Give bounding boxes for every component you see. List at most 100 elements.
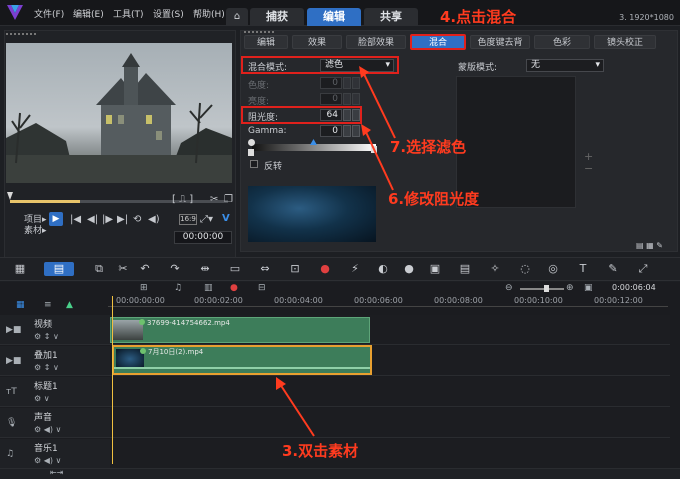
hue-input[interactable]: 0 xyxy=(320,77,342,89)
music-track-icon: ♫ xyxy=(6,449,15,459)
speed-icon[interactable]: ⚡ xyxy=(348,262,362,276)
chapter-icon[interactable]: ≡ xyxy=(44,300,52,310)
prev-frame-icon[interactable]: ◀| xyxy=(87,214,98,226)
brightness-stepper[interactable] xyxy=(343,93,351,105)
timeline-ruler[interactable]: 00:00:00:00 00:00:02:00 00:00:04:00 00:0… xyxy=(108,296,668,310)
aspect-ratio-button[interactable]: 16:9 xyxy=(179,214,197,225)
redo-icon[interactable]: ↷ xyxy=(168,262,182,276)
gamma-stepper[interactable] xyxy=(343,125,351,137)
zoom-slider-handle[interactable] xyxy=(544,285,549,292)
track-controls-icon[interactable]: ⚙ ◀) ∨ xyxy=(34,456,61,465)
opacity-stepper[interactable] xyxy=(343,109,351,121)
storyboard-view-icon[interactable]: ▦ xyxy=(13,262,27,276)
remove-mask-icon[interactable]: − xyxy=(584,162,593,175)
go-start-icon[interactable]: |◀ xyxy=(70,214,81,226)
mask-creator-icon[interactable]: ◐ xyxy=(376,262,390,276)
tab-edit[interactable]: 编辑 xyxy=(307,8,361,26)
slider-handle-bottom[interactable] xyxy=(248,149,254,156)
video-clip[interactable]: 37699-414754662.mp4 xyxy=(110,317,370,343)
overlay-clip[interactable]: 7月10日(2).mp4 xyxy=(112,345,372,375)
brightness-input[interactable]: 0 xyxy=(320,93,342,105)
add-marker-icon[interactable]: ▲ xyxy=(66,300,73,310)
track-manager-icon[interactable]: ▦ xyxy=(16,300,25,310)
subtab-edit[interactable]: 编辑 xyxy=(244,35,288,49)
trim-icon[interactable]: ⇹ xyxy=(198,262,212,276)
crop-icon[interactable]: ▭ xyxy=(228,262,242,276)
ruler-tick: 00:00:06:00 xyxy=(354,296,403,305)
split-screen-icon[interactable]: ⇔ xyxy=(258,262,272,276)
menu-help[interactable]: 帮助(H) xyxy=(193,7,225,20)
menu-edit[interactable]: 编辑(E) xyxy=(73,7,104,20)
undo-icon[interactable]: ↶ xyxy=(138,262,152,276)
timeline-view-icon[interactable]: ▤ xyxy=(44,262,74,276)
slider-handle-left[interactable] xyxy=(248,139,255,146)
go-end-icon[interactable]: ▶| xyxy=(117,214,128,226)
enlarge-icon[interactable]: ⤢▾ xyxy=(200,214,213,226)
track-controls-icon[interactable]: ⚙ ↕ ∨ xyxy=(34,363,59,372)
zoom-slider[interactable] xyxy=(520,288,564,290)
trim-markers-icon[interactable]: [ ⎍ ] xyxy=(172,194,193,206)
subtab-lens-correction[interactable]: 镜头校正 xyxy=(594,35,656,49)
mask-mode-select[interactable]: 无 ▾ xyxy=(526,59,604,72)
menu-file[interactable]: 文件(F) xyxy=(34,7,64,20)
next-frame-icon[interactable]: |▶ xyxy=(102,214,113,226)
mic-icon[interactable]: ● xyxy=(230,283,238,293)
track-name: 声音 xyxy=(34,413,53,423)
audio-mixer-icon[interactable]: ▥ xyxy=(204,283,213,293)
gamma-input[interactable]: 0 xyxy=(320,125,342,137)
home-icon[interactable]: ⌂ xyxy=(226,8,248,26)
collapse-icon[interactable]: ⇤⇥ xyxy=(50,468,63,477)
hue-stepper[interactable] xyxy=(343,77,351,89)
color-icon[interactable]: ● xyxy=(402,262,416,276)
fit-timeline-icon[interactable]: ▣ xyxy=(584,283,593,293)
tools-icon[interactable]: ✂ xyxy=(116,262,130,276)
copy-icon[interactable]: ❐ xyxy=(224,194,233,206)
track-controls-icon[interactable]: ⚙ ◀) ∨ xyxy=(34,425,61,434)
chevron-down-icon[interactable]: V xyxy=(222,213,230,225)
panel-icons[interactable]: ▤ ▦ ✎ xyxy=(636,240,663,252)
zoom-timecode: 0:00:06:04 xyxy=(612,283,656,292)
invert-label: 反转 xyxy=(264,162,283,172)
record-icon[interactable]: ● xyxy=(318,262,332,276)
morph-icon[interactable]: ◌ xyxy=(518,262,532,276)
subtab-blend[interactable]: 混合 xyxy=(410,34,466,50)
volume-icon[interactable]: ◀) xyxy=(148,214,160,226)
auto-music-icon[interactable]: ♫ xyxy=(174,283,182,293)
subtab-chroma-key[interactable]: 色度键去背 xyxy=(470,35,530,49)
fit-project-icon[interactable]: ⊞ xyxy=(140,283,148,293)
tab-capture[interactable]: 捕获 xyxy=(250,8,304,26)
subtitle-icon[interactable]: ▣ xyxy=(428,262,442,276)
subtab-face-effect[interactable]: 脸部效果 xyxy=(346,35,406,49)
zoom-out-icon[interactable]: ⊖ xyxy=(505,283,513,293)
track-controls-icon[interactable]: ⚙ ↕ ∨ xyxy=(34,332,59,341)
zoom-in-icon[interactable]: ⊕ xyxy=(566,283,574,293)
voice-lane[interactable] xyxy=(110,408,670,438)
motion-icon[interactable]: ⊡ xyxy=(288,262,302,276)
invert-checkbox[interactable] xyxy=(250,160,258,168)
music-lane[interactable] xyxy=(110,439,670,469)
ripple-icon[interactable]: ⊟ xyxy=(258,283,266,293)
menu-settings[interactable]: 设置(S) xyxy=(153,7,184,20)
snapshot-icon[interactable]: ⧉ xyxy=(92,262,106,276)
timecode-display[interactable]: 00:00:00 xyxy=(174,231,232,244)
opacity-input[interactable]: 64 xyxy=(320,109,342,121)
subtab-color[interactable]: 色彩 xyxy=(534,35,590,49)
clip-mode-label[interactable]: 素材▸ xyxy=(24,223,47,236)
motion-track-icon[interactable]: ◎ xyxy=(546,262,560,276)
repeat-icon[interactable]: ⟲ xyxy=(133,214,141,226)
paint-icon[interactable]: ✎ xyxy=(606,262,620,276)
title-tool-icon[interactable]: T xyxy=(576,262,590,276)
split-icon[interactable]: ✂ xyxy=(210,194,218,206)
magic-icon[interactable]: ✧ xyxy=(488,262,502,276)
menu-tools[interactable]: 工具(T) xyxy=(113,7,144,20)
track-controls-icon[interactable]: ⚙ ∨ xyxy=(34,394,50,403)
fit-icon[interactable]: ⤢ xyxy=(636,262,650,276)
multicam-icon[interactable]: ▤ xyxy=(458,262,472,276)
playhead[interactable] xyxy=(112,296,113,464)
subtab-effect[interactable]: 效果 xyxy=(292,35,342,49)
tab-share[interactable]: 共享 xyxy=(364,8,418,26)
voice-track-icon: 🎙 xyxy=(6,418,18,428)
play-button[interactable]: ▶ xyxy=(49,212,63,226)
scrub-range xyxy=(10,200,80,203)
title-lane[interactable] xyxy=(110,377,670,407)
